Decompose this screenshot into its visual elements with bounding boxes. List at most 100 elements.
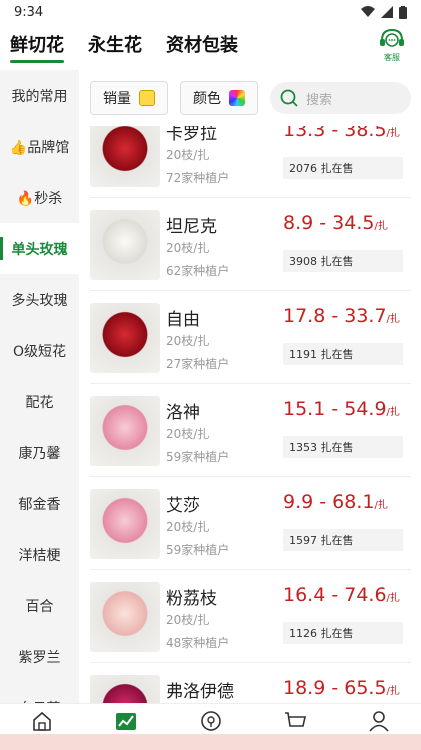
sales-icon	[139, 90, 155, 106]
home-icon	[33, 711, 51, 731]
sidebar-item-stock[interactable]: 紫罗兰	[0, 631, 79, 682]
customer-service-button[interactable]: 客服	[377, 28, 407, 63]
sidebar-item-o-grade[interactable]: O级短花	[0, 325, 79, 376]
product-row[interactable]: 卡罗拉 20枝/扎 72家种植户 13.3 - 38.5/扎 2076 扎在售	[79, 126, 421, 198]
search-input[interactable]: 搜索	[270, 82, 411, 114]
price-range: 17.8 - 33.7	[283, 305, 387, 327]
status-bar: 9:34	[0, 0, 421, 24]
product-growers: 62家种植户	[166, 264, 230, 278]
product-growers: 59家种植户	[166, 543, 230, 557]
product-price: 16.4 - 74.6/扎	[283, 584, 400, 606]
profile-icon	[369, 711, 389, 732]
search-icon	[280, 89, 298, 107]
sort-sales-label: 销量	[103, 91, 131, 107]
product-spec: 20枝/扎	[166, 613, 210, 627]
product-price: 9.9 - 68.1/扎	[283, 491, 388, 513]
product-stock: 1597 扎在售	[283, 529, 403, 551]
product-spec: 20枝/扎	[166, 427, 210, 441]
product-image	[90, 489, 160, 559]
tab-preserved[interactable]: 永生花	[88, 31, 142, 63]
product-stock: 1126 扎在售	[283, 622, 403, 644]
product-row[interactable]: 自由 20枝/扎 27家种植户 17.8 - 33.7/扎 1191 扎在售	[79, 291, 421, 384]
price-range: 8.9 - 34.5	[283, 212, 375, 234]
flower-icon	[200, 711, 221, 731]
status-time: 9:34	[14, 4, 44, 20]
product-stock: 1191 扎在售	[283, 343, 403, 365]
product-price: 8.9 - 34.5/扎	[283, 212, 388, 234]
sidebar-item-spray-rose[interactable]: 多头玫瑰	[0, 274, 79, 325]
price-unit: /扎	[386, 686, 400, 697]
sidebar-item-tulip[interactable]: 郁金香	[0, 478, 79, 529]
price-unit: /扎	[386, 128, 400, 139]
sidebar-item-lily[interactable]: 百合	[0, 580, 79, 631]
price-unit: /扎	[374, 500, 388, 511]
product-image	[90, 582, 160, 652]
product-stock: 1353 扎在售	[283, 436, 403, 458]
product-image	[90, 303, 160, 373]
tab-fresh-cut[interactable]: 鲜切花	[10, 31, 64, 63]
product-stock: 3908 扎在售	[283, 250, 403, 272]
product-stock: 2076 扎在售	[283, 157, 403, 179]
price-range: 16.4 - 74.6	[283, 584, 387, 606]
product-growers: 72家种植户	[166, 171, 230, 185]
headset-chat-icon	[380, 28, 404, 47]
sidebar-item-brands[interactable]: 👍品牌馆	[0, 121, 79, 172]
product-row[interactable]: 艾莎 20枝/扎 59家种植户 9.9 - 68.1/扎 1597 扎在售	[79, 477, 421, 570]
product-row[interactable]: 洛神 20枝/扎 59家种植户 15.1 - 54.9/扎 1353 扎在售	[79, 384, 421, 477]
product-growers: 27家种植户	[166, 357, 230, 371]
product-list: 卡罗拉 20枝/扎 72家种植户 13.3 - 38.5/扎 2076 扎在售 …	[79, 126, 421, 703]
status-icons	[361, 5, 407, 19]
product-image	[90, 675, 160, 703]
sidebar-item-filler[interactable]: 配花	[0, 376, 79, 427]
sidebar-item-flash-sale[interactable]: 🔥秒杀	[0, 172, 79, 223]
price-range: 13.3 - 38.5	[283, 126, 387, 141]
product-spec: 20枝/扎	[166, 148, 210, 162]
battery-icon	[399, 5, 407, 19]
product-row[interactable]: 坦尼克 20枝/扎 62家种植户 8.9 - 34.5/扎 3908 扎在售	[79, 198, 421, 291]
product-image	[90, 126, 160, 187]
product-growers: 59家种植户	[166, 450, 230, 464]
product-name: 坦尼克	[166, 217, 217, 237]
product-price: 15.1 - 54.9/扎	[283, 398, 400, 420]
sidebar-item-lisianthus[interactable]: 洋桔梗	[0, 529, 79, 580]
category-tabs: 鲜切花 永生花 资材包装 客服	[0, 24, 421, 70]
color-filter-label: 颜色	[193, 91, 221, 107]
sort-sales-button[interactable]: 销量	[90, 81, 168, 115]
product-name: 自由	[166, 310, 200, 330]
wifi-icon	[361, 6, 375, 17]
product-name: 弗洛伊德	[166, 682, 234, 702]
tab-packaging[interactable]: 资材包装	[166, 31, 238, 63]
category-sidebar: 我的常用 👍品牌馆 🔥秒杀 单头玫瑰 多头玫瑰 O级短花 配花 康乃馨 郁金香 …	[0, 70, 79, 703]
filter-bar: 销量 颜色 搜索	[79, 70, 421, 126]
price-range: 15.1 - 54.9	[283, 398, 387, 420]
market-icon	[116, 713, 137, 730]
product-name: 卡罗拉	[166, 126, 217, 144]
product-price: 13.3 - 38.5/扎	[283, 126, 400, 141]
product-price: 17.8 - 33.7/扎	[283, 305, 400, 327]
service-label: 客服	[384, 53, 400, 62]
product-spec: 20枝/扎	[166, 520, 210, 534]
product-row[interactable]: 粉荔枝 20枝/扎 48家种植户 16.4 - 74.6/扎 1126 扎在售	[79, 570, 421, 663]
product-name: 艾莎	[166, 496, 200, 516]
sidebar-item-carnation[interactable]: 康乃馨	[0, 427, 79, 478]
color-filter-button[interactable]: 颜色	[180, 81, 258, 115]
price-range: 18.9 - 65.5	[283, 677, 387, 699]
product-row[interactable]: 弗洛伊德 18.9 - 65.5/扎	[79, 663, 421, 703]
product-spec: 20枝/扎	[166, 334, 210, 348]
sidebar-item-sunflower[interactable]: 向日葵	[0, 682, 79, 704]
price-unit: /扎	[386, 314, 400, 325]
search-placeholder: 搜索	[306, 92, 333, 108]
signal-icon	[381, 6, 393, 18]
price-unit: /扎	[386, 593, 400, 604]
product-name: 粉荔枝	[166, 589, 217, 609]
product-growers: 48家种植户	[166, 636, 230, 650]
product-image	[90, 396, 160, 466]
color-wheel-icon	[229, 90, 245, 106]
product-price: 18.9 - 65.5/扎	[283, 677, 400, 699]
sidebar-item-single-rose[interactable]: 单头玫瑰	[0, 223, 79, 274]
product-name: 洛神	[166, 403, 200, 423]
price-unit: /扎	[386, 407, 400, 418]
product-spec: 20枝/扎	[166, 241, 210, 255]
product-image	[90, 210, 160, 280]
sidebar-item-favorites[interactable]: 我的常用	[0, 70, 79, 121]
